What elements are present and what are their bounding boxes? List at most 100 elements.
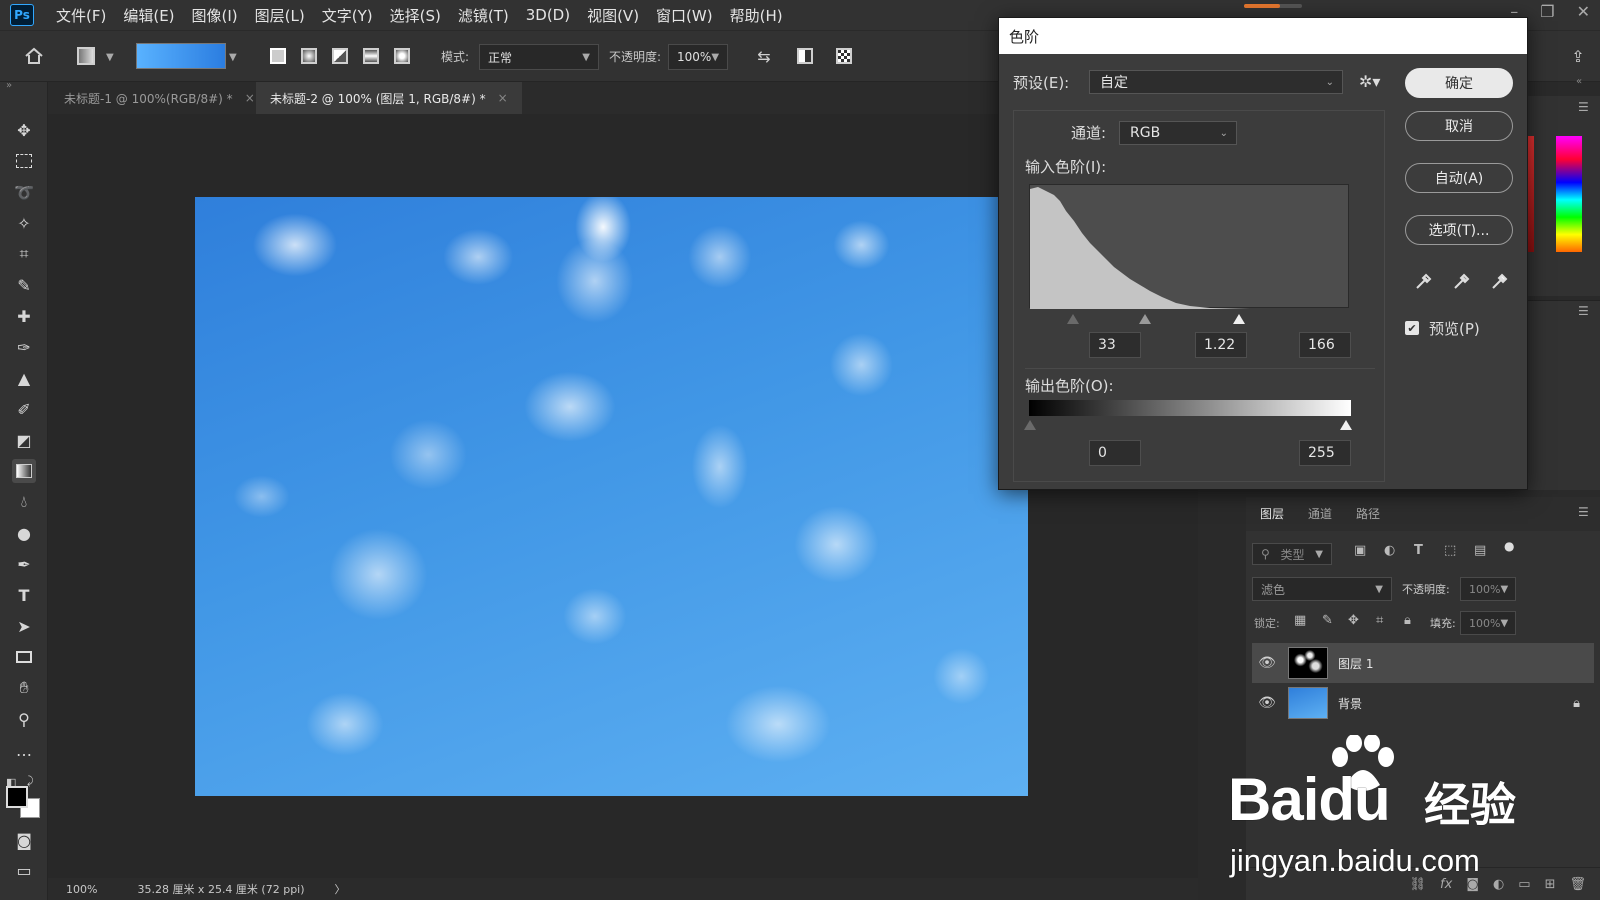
layer-name[interactable]: 图层 1 [1338,655,1373,672]
options-button[interactable]: 选项(T)... [1405,215,1513,245]
lock-position-icon[interactable]: ✥ [1348,613,1359,628]
black-point-eyedropper-icon[interactable] [1411,270,1435,294]
foreground-color-swatch[interactable] [6,786,28,808]
brush-tool-icon[interactable]: ✑ [12,335,36,359]
input-white-slider[interactable] [1233,314,1245,324]
healing-brush-tool-icon[interactable]: ✚ [12,304,36,328]
filter-type-icon[interactable]: T [1414,543,1423,558]
chevron-down-icon[interactable]: ▼ [106,52,114,63]
pen-tool-icon[interactable]: ✒ [12,552,36,576]
crop-tool-icon[interactable]: ⌗ [12,242,36,266]
zoom-tool-icon[interactable]: ⚲ [12,707,36,731]
share-icon[interactable]: ⇪ [1566,44,1590,68]
angle-gradient-icon[interactable] [328,44,352,68]
history-brush-tool-icon[interactable]: ✐ [12,397,36,421]
type-tool-icon[interactable]: T [12,583,36,607]
tab-paths[interactable]: 路径 [1356,505,1380,522]
magic-wand-tool-icon[interactable]: ✧ [12,211,36,235]
output-white-field[interactable]: 255 [1299,440,1351,466]
input-gamma-slider[interactable] [1139,314,1151,324]
more-tools-icon[interactable]: … [12,738,36,762]
visibility-eye-icon[interactable]: 👁︎ [1252,695,1282,711]
lasso-tool-icon[interactable]: ➰ [12,180,36,204]
output-black-field[interactable]: 0 [1089,440,1141,466]
home-icon[interactable] [22,44,46,68]
menu-select[interactable]: 选择(S) [390,5,441,26]
eraser-tool-icon[interactable]: ◩ [12,428,36,452]
path-selection-tool-icon[interactable]: ➤ [12,614,36,638]
reflected-gradient-icon[interactable] [359,44,383,68]
delete-layer-icon[interactable]: 🗑︎ [1569,877,1586,892]
blur-tool-icon[interactable]: 💧︎ [12,490,36,514]
move-tool-icon[interactable]: ✥ [12,118,36,142]
auto-button[interactable]: 自动(A) [1405,163,1513,193]
input-black-field[interactable]: 33 [1089,332,1141,358]
blend-mode-select[interactable]: 滤色 ▼ [1252,577,1392,601]
tab-channels[interactable]: 通道 [1308,505,1332,522]
mode-select[interactable]: 正常 ▼ [479,44,599,70]
restore-icon[interactable]: ❐ [1540,2,1554,21]
preview-checkbox[interactable]: ✔ [1405,321,1419,335]
panel-menu-icon[interactable]: ☰ [1578,100,1589,114]
menu-image[interactable]: 图像(I) [192,5,238,26]
menu-window[interactable]: 窗口(W) [656,5,713,26]
cancel-button[interactable]: 取消 [1405,111,1513,141]
close-icon[interactable]: × [498,91,508,105]
hand-tool-icon[interactable]: ✋︎ [12,676,36,700]
tab-document-2[interactable]: 未标题-2 @ 100% (图层 1, RGB/8#) * × [256,82,522,114]
screen-mode-icon[interactable]: ▭ [12,858,36,882]
layer-row-layer1[interactable]: 👁︎ 图层 1 [1252,643,1594,683]
ok-button[interactable]: 确定 [1405,68,1513,98]
gradient-picker[interactable] [136,43,226,69]
output-black-slider[interactable] [1024,420,1036,430]
panel-menu-icon[interactable]: ☰ [1578,505,1589,519]
tab-document-1[interactable]: 未标题-1 @ 100%(RGB/8#) * × [50,82,269,114]
menu-help[interactable]: 帮助(H) [730,5,783,26]
tool-preset-icon[interactable] [74,44,98,68]
document-canvas[interactable] [195,197,1028,796]
opacity-input[interactable]: 100% ▼ [668,44,728,70]
filter-shape-icon[interactable]: ⬚ [1444,543,1456,558]
layer-opacity-input[interactable]: 100% ▼ [1460,577,1516,601]
lock-all-icon[interactable]: 🔒︎ [1404,613,1411,628]
filter-pixel-icon[interactable]: ▣ [1354,543,1366,558]
menu-type[interactable]: 文字(Y) [322,5,373,26]
layer-filter-select[interactable]: ⚲ 类型 ▼ [1252,543,1332,565]
linear-gradient-icon[interactable] [266,44,290,68]
reverse-icon[interactable]: ⇆ [752,44,776,68]
collapse-icon[interactable]: » [6,80,12,91]
filter-toggle-icon[interactable]: ● [1504,539,1514,553]
gray-point-eyedropper-icon[interactable] [1449,270,1473,294]
output-white-slider[interactable] [1340,420,1352,430]
visibility-eye-icon[interactable]: 👁︎ [1252,655,1282,671]
lock-artboard-icon[interactable]: ⌗ [1376,613,1383,628]
radial-gradient-icon[interactable] [297,44,321,68]
tab-layers[interactable]: 图层 [1260,505,1284,522]
layer-row-background[interactable]: 👁︎ 背景 🔒︎ [1252,683,1594,723]
white-point-eyedropper-icon[interactable] [1487,270,1511,294]
menu-file[interactable]: 文件(F) [56,5,106,26]
input-white-field[interactable]: 166 [1299,332,1351,358]
fill-input[interactable]: 100% ▼ [1460,611,1516,635]
stamp-tool-icon[interactable]: ▲ [12,366,36,390]
marquee-tool-icon[interactable] [12,149,36,173]
menu-view[interactable]: 视图(V) [587,5,639,26]
diamond-gradient-icon[interactable] [390,44,414,68]
dodge-tool-icon[interactable]: ● [12,521,36,545]
gradient-dropdown-icon[interactable]: ▼ [229,52,237,63]
color-field[interactable] [1528,136,1534,252]
transparency-icon[interactable] [832,44,856,68]
menu-3d[interactable]: 3D(D) [526,6,570,24]
filter-adjustment-icon[interactable]: ◐ [1384,543,1395,558]
channel-select[interactable]: RGB ⌄ [1119,121,1237,145]
menu-filter[interactable]: 滤镜(T) [458,5,509,26]
hue-slider[interactable] [1556,136,1582,252]
gradient-tool-icon[interactable] [12,459,36,483]
panel-menu-icon[interactable]: ☰ [1578,304,1589,318]
input-gamma-field[interactable]: 1.22 [1195,332,1247,358]
rectangle-tool-icon[interactable] [12,645,36,669]
expand-panels-icon[interactable]: « [1576,76,1582,87]
preset-select[interactable]: 自定 ⌄ [1089,70,1343,94]
zoom-level[interactable]: 100% [66,883,97,896]
quick-mask-icon[interactable]: ◙ [12,828,36,852]
